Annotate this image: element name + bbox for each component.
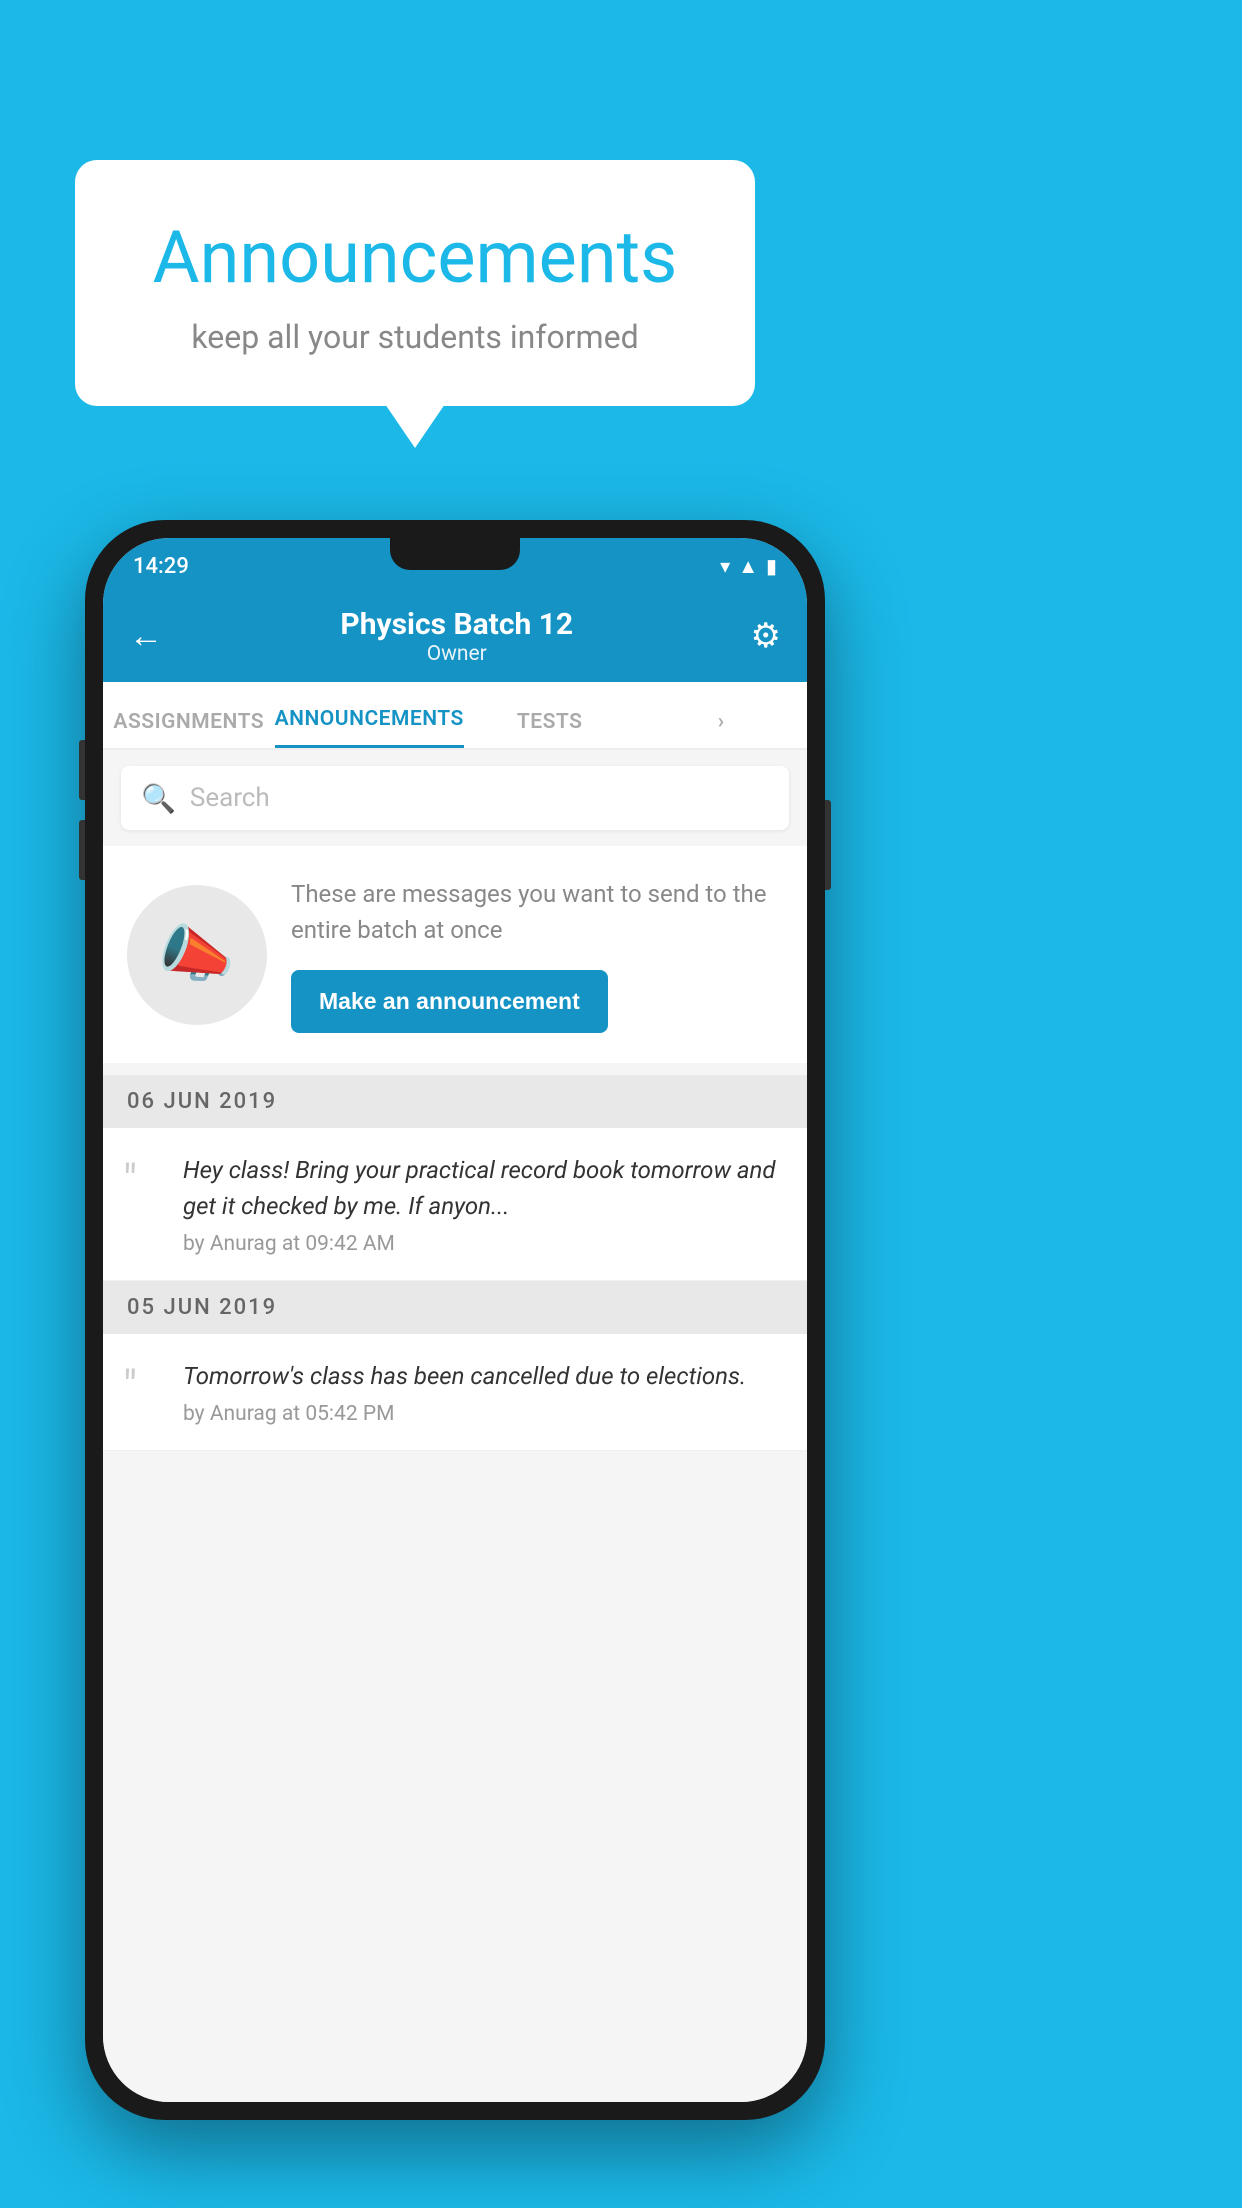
announcement-meta-1: by Anurag at 09:42 AM [183, 1232, 783, 1256]
megaphone-circle: 📣 [127, 885, 267, 1025]
prompt-content: These are messages you want to send to t… [291, 876, 783, 1033]
tab-more[interactable]: › [635, 710, 807, 748]
quote-icon-1: " [123, 1158, 163, 1202]
wifi-icon: ▾ [720, 554, 730, 578]
app-bar: ← Physics Batch 12 Owner ⚙ [103, 590, 807, 682]
announcement-body-wrap-2: Tomorrow's class has been cancelled due … [183, 1358, 746, 1426]
announcement-prompt: 📣 These are messages you want to send to… [103, 846, 807, 1063]
announcement-body-wrap-1: Hey class! Bring your practical record b… [183, 1152, 783, 1256]
gear-icon[interactable]: ⚙ [751, 616, 781, 656]
vol-down-button [79, 820, 85, 880]
search-placeholder: Search [190, 783, 270, 813]
date-divider-2: 05 JUN 2019 [103, 1281, 807, 1334]
phone-mockup: 14:29 ▾ ▲ ▮ ← Physics Batch 12 Owner ⚙ A… [85, 520, 825, 2120]
app-bar-subtitle: Owner [340, 642, 573, 666]
vol-up-button [79, 740, 85, 800]
tabs-bar: ASSIGNMENTS ANNOUNCEMENTS TESTS › [103, 682, 807, 750]
announcement-item-1: " Hey class! Bring your practical record… [103, 1128, 807, 1281]
status-time: 14:29 [133, 554, 189, 579]
signal-icon: ▲ [738, 554, 758, 579]
announcement-item-2: " Tomorrow's class has been cancelled du… [103, 1334, 807, 1451]
search-bar[interactable]: 🔍 Search [121, 766, 789, 830]
phone-outer: 14:29 ▾ ▲ ▮ ← Physics Batch 12 Owner ⚙ A… [85, 520, 825, 2120]
make-announcement-button[interactable]: Make an announcement [291, 970, 608, 1033]
announcement-meta-2: by Anurag at 05:42 PM [183, 1402, 746, 1426]
battery-icon: ▮ [766, 554, 777, 578]
search-icon: 🔍 [141, 782, 176, 815]
date-divider-1: 06 JUN 2019 [103, 1075, 807, 1128]
announcement-body-1: Hey class! Bring your practical record b… [183, 1152, 783, 1224]
megaphone-icon: 📣 [158, 918, 235, 991]
app-bar-center: Physics Batch 12 Owner [340, 607, 573, 666]
tab-assignments[interactable]: ASSIGNMENTS [103, 710, 275, 748]
back-button[interactable]: ← [129, 616, 163, 656]
announcement-body-2: Tomorrow's class has been cancelled due … [183, 1358, 746, 1394]
app-bar-title: Physics Batch 12 [340, 607, 573, 642]
phone-screen: 14:29 ▾ ▲ ▮ ← Physics Batch 12 Owner ⚙ A… [103, 538, 807, 2102]
bubble-title: Announcements [135, 215, 695, 300]
content-area: 🔍 Search 📣 These are messages you want t… [103, 750, 807, 2102]
bubble-subtitle: keep all your students informed [135, 318, 695, 356]
quote-icon-2: " [123, 1364, 163, 1408]
tab-tests[interactable]: TESTS [464, 710, 636, 748]
prompt-description: These are messages you want to send to t… [291, 876, 783, 948]
tab-announcements[interactable]: ANNOUNCEMENTS [275, 707, 464, 748]
speech-bubble: Announcements keep all your students inf… [75, 160, 755, 406]
phone-notch [390, 538, 520, 570]
power-button [825, 800, 831, 890]
status-icons: ▾ ▲ ▮ [720, 554, 777, 579]
